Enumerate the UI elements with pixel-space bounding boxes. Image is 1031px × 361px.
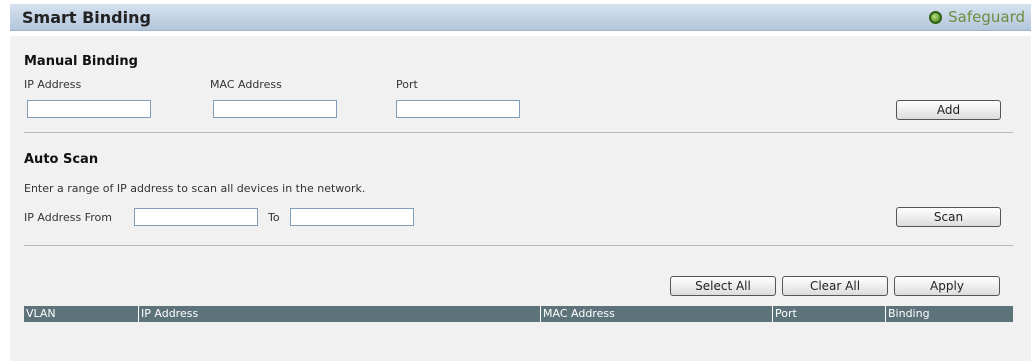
ip-address-from-label: IP Address From [24, 211, 112, 224]
safeguard-status-icon [929, 10, 943, 24]
content-panel: Manual Binding IP Address MAC Address Po… [10, 36, 1031, 361]
port-input[interactable] [396, 100, 520, 118]
mac-address-input[interactable] [213, 100, 337, 118]
manual-binding-title: Manual Binding [24, 54, 138, 69]
page-title: Smart Binding [22, 8, 151, 27]
select-all-button[interactable]: Select All [670, 276, 776, 296]
column-header-port: Port [772, 306, 885, 322]
safeguard-label: Safeguard [948, 8, 1025, 26]
safeguard-indicator: Safeguard [929, 8, 1025, 26]
add-button[interactable]: Add [896, 100, 1001, 120]
ip-to-input[interactable] [290, 208, 414, 226]
column-header-mac-address: MAC Address [540, 306, 772, 322]
section-divider [24, 132, 1013, 133]
ip-address-label: IP Address [24, 78, 82, 91]
auto-scan-description: Enter a range of IP address to scan all … [24, 182, 366, 195]
clear-all-button[interactable]: Clear All [782, 276, 888, 296]
column-header-binding: Binding [885, 306, 1013, 322]
column-header-ip-address: IP Address [138, 306, 540, 322]
port-label: Port [396, 78, 418, 91]
title-bar: Smart Binding Safeguard [10, 4, 1031, 31]
binding-table-header: VLAN IP Address MAC Address Port Binding [24, 306, 1013, 322]
auto-scan-title: Auto Scan [24, 152, 99, 167]
mac-address-label: MAC Address [210, 78, 282, 91]
ip-from-input[interactable] [134, 208, 258, 226]
apply-button[interactable]: Apply [894, 276, 1000, 296]
scan-button[interactable]: Scan [896, 207, 1001, 227]
to-label: To [268, 211, 280, 224]
section-divider [24, 245, 1013, 246]
ip-address-input[interactable] [27, 100, 151, 118]
column-header-vlan: VLAN [26, 307, 56, 320]
